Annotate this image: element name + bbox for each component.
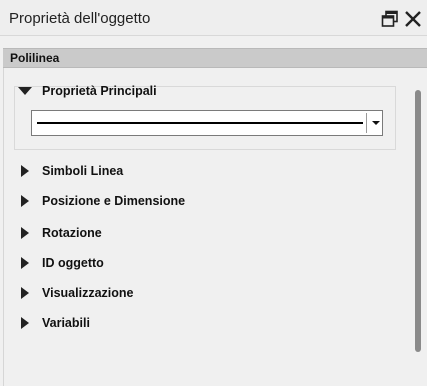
expander-label: Rotazione [42,226,102,240]
expander-label: Posizione e Dimensione [42,194,186,208]
collapsed-arrow-icon [21,257,29,269]
collapsed-arrow-icon [21,317,29,329]
collapsed-arrow-icon [21,287,29,299]
line-style-preview [37,122,363,124]
scrollbar-thumb[interactable] [415,90,421,352]
window-restore-icon [381,10,398,27]
expander-label: Proprietà Principali [42,84,157,98]
expander-simboli-linea[interactable]: Simboli Linea [17,164,123,178]
expander-rotazione[interactable]: Rotazione [17,226,102,240]
expander-id-oggetto[interactable]: ID oggetto [17,256,104,270]
panel-titlebar: Proprietà dell'oggetto [0,0,427,36]
line-style-dropdown[interactable] [31,110,383,136]
expander-posizione-dimensione[interactable]: Posizione e Dimensione [17,194,185,208]
expander-variabili[interactable]: Variabili [17,316,90,330]
close-icon [405,11,421,27]
collapsed-arrow-icon [21,227,29,239]
expander-label: Simboli Linea [42,164,124,178]
expander-proprieta-principali[interactable]: Proprietà Principali [17,84,157,98]
collapsed-arrow-icon [21,195,29,207]
collapsed-arrow-icon [21,165,29,177]
close-button[interactable] [403,9,423,29]
section-header: Polilinea [3,48,427,68]
expander-visualizzazione[interactable]: Visualizzazione [17,286,133,300]
chevron-down-icon[interactable] [372,121,380,125]
expander-label: ID oggetto [42,256,104,270]
section-header-label: Polilinea [10,51,60,65]
expander-label: Visualizzazione [42,286,134,300]
restore-button[interactable] [380,9,400,29]
expanded-arrow-icon [18,87,32,95]
expander-label: Variabili [42,316,90,330]
panel-title: Proprietà dell'oggetto [9,10,151,27]
dropdown-separator [366,113,367,133]
